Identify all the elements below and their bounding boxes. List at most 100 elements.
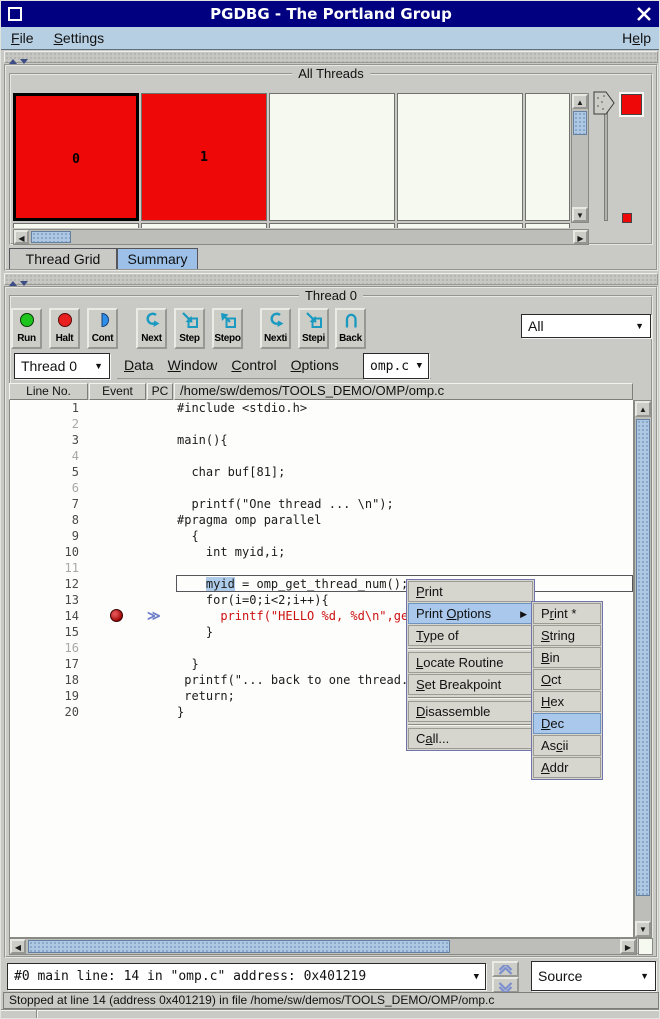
thread-cell-3[interactable] (397, 93, 523, 221)
cont-button[interactable]: Cont (87, 308, 118, 349)
run-button[interactable]: Run (11, 308, 42, 349)
context-menu-item-set-breakpoint[interactable]: Set Breakpoint (408, 674, 533, 695)
menu-help[interactable]: Help (612, 27, 660, 49)
pgdbg-window: PGDBG - The Portland Group File Settings… (0, 0, 660, 1019)
menu-settings[interactable]: Settings (44, 27, 115, 49)
scroll-thumb[interactable] (28, 940, 450, 953)
step-out-icon (218, 316, 238, 333)
column-header-lineno[interactable]: Line No. (9, 383, 88, 400)
nexti-button[interactable]: Nexti (260, 308, 291, 349)
scroll-up-icon[interactable]: ▲ (635, 401, 651, 417)
context-menu-item-type-of[interactable]: Type of (408, 625, 533, 646)
menu-separator (408, 648, 533, 650)
menu-file[interactable]: File (1, 27, 44, 49)
tab-summary[interactable]: Summary (117, 248, 198, 269)
scroll-left-icon[interactable]: ◀ (10, 939, 26, 954)
threads-horizontal-scrollbar[interactable]: ◀ ▶ (13, 229, 589, 245)
column-header-pc[interactable]: PC (147, 383, 173, 400)
source-vertical-scrollbar[interactable]: ▲ ▼ (634, 400, 652, 938)
frame-down-button[interactable] (492, 977, 519, 993)
context-menu-item-disassemble[interactable]: Disassemble (408, 701, 533, 722)
print-options-item-hex[interactable]: Hex (533, 691, 601, 712)
print-options-item-oct[interactable]: Oct (533, 669, 601, 690)
thread-cell-row2 (525, 223, 570, 228)
print-options-item-addr[interactable]: Addr (533, 757, 601, 778)
toolbar-button-label: Nexti (262, 333, 289, 344)
scroll-thumb[interactable] (31, 231, 71, 243)
scroll-thumb[interactable] (636, 419, 650, 896)
context-menu-item-call[interactable]: Call... (408, 728, 533, 749)
menu-options[interactable]: Options (284, 353, 346, 378)
view-mode-select[interactable]: Source ▼ (531, 961, 656, 991)
scroll-right-icon[interactable]: ▶ (573, 230, 588, 244)
halt-button[interactable]: Halt (49, 308, 80, 349)
scroll-up-icon[interactable]: ▲ (572, 94, 588, 109)
source-code-text: #include <stdio.h> (177, 400, 307, 416)
source-code-text: } (177, 704, 184, 720)
source-horizontal-scrollbar[interactable]: ◀ ▶ (9, 938, 637, 955)
chevron-down-icon: ▼ (636, 971, 649, 981)
source-line-10[interactable]: 10 int myid,i; (10, 544, 633, 560)
source-line-4[interactable]: 4 (10, 448, 633, 464)
print-options-item-dec[interactable]: Dec (533, 713, 601, 734)
source-line-2[interactable]: 2 (10, 416, 633, 432)
toolbar-button-label: Stepo (214, 333, 241, 344)
stack-frame-select[interactable]: #0 main line: 14 in "omp.c" address: 0x4… (7, 963, 486, 990)
next-button[interactable]: Next (136, 308, 167, 349)
context-menu-item-print-options[interactable]: Print Options▶ (408, 603, 533, 624)
toolbar-button-label: Cont (89, 333, 116, 344)
all-threads-title: All Threads (292, 66, 370, 81)
menu-window[interactable]: Window (161, 353, 225, 378)
threads-vertical-scrollbar[interactable]: ▲ ▼ (571, 93, 589, 223)
source-code-text: printf("HELLO %d, %d\n",get (177, 608, 415, 624)
thread-cell-4[interactable] (525, 93, 570, 221)
column-header-event[interactable]: Event (89, 383, 146, 400)
splitter-handle[interactable] (4, 273, 658, 285)
context-menu-item-print[interactable]: Print (408, 581, 533, 602)
thread-select[interactable]: Thread 0 ▼ (14, 353, 110, 379)
source-line-12[interactable]: 12 myid = omp_get_thread_num(); (10, 576, 633, 592)
scroll-thumb[interactable] (573, 111, 587, 135)
run-icon (17, 316, 37, 333)
print-options-item-string[interactable]: String (533, 625, 601, 646)
scroll-left-icon[interactable]: ◀ (14, 230, 29, 244)
stopped-state-swatch (621, 94, 642, 115)
thread-cell-0[interactable]: 0 (13, 93, 139, 221)
context-menu-item-locate-routine[interactable]: Locate Routine (408, 652, 533, 673)
step-button[interactable]: Step (174, 308, 205, 349)
source-line-6[interactable]: 6 (10, 480, 633, 496)
print-options-item-bin[interactable]: Bin (533, 647, 601, 668)
thread-zoom-slider[interactable] (604, 103, 608, 221)
slider-handle-icon[interactable] (593, 91, 616, 120)
tab-thread-grid[interactable]: Thread Grid (9, 248, 117, 269)
source-line-9[interactable]: 9 { (10, 528, 633, 544)
scroll-down-icon[interactable]: ▼ (635, 921, 651, 937)
splitter-handle[interactable] (4, 51, 658, 63)
source-line-8[interactable]: 8#pragma omp parallel (10, 512, 633, 528)
thread-cell-1[interactable]: 1 (141, 93, 267, 221)
source-line-3[interactable]: 3main(){ (10, 432, 633, 448)
scroll-right-icon[interactable]: ▶ (620, 939, 636, 954)
line-number: 12 (10, 576, 79, 592)
source-line-5[interactable]: 5 char buf[81]; (10, 464, 633, 480)
scope-select[interactable]: All ▼ (521, 314, 651, 338)
thread-cell-2[interactable] (269, 93, 395, 221)
print-options-item-ascii[interactable]: Ascii (533, 735, 601, 756)
frame-up-button[interactable] (492, 961, 519, 977)
chevron-down-icon: ▼ (470, 972, 479, 982)
source-line-7[interactable]: 7 printf("One thread ... \n"); (10, 496, 633, 512)
file-select[interactable]: omp.c ▼ (363, 353, 429, 379)
scroll-down-icon[interactable]: ▼ (572, 207, 588, 222)
source-line-1[interactable]: 1#include <stdio.h> (10, 400, 633, 416)
breakpoint-icon[interactable] (110, 609, 123, 622)
menu-bar: File Settings Help (1, 27, 660, 50)
back-button[interactable]: Back (335, 308, 366, 349)
status-divider (36, 1010, 37, 1019)
menu-data[interactable]: Data (117, 353, 161, 378)
print-options-item-print[interactable]: Print * (533, 603, 601, 624)
close-icon[interactable] (635, 5, 653, 23)
stepo-button[interactable]: Stepo (212, 308, 243, 349)
menu-control[interactable]: Control (224, 353, 283, 378)
stepi-button[interactable]: Stepi (298, 308, 329, 349)
source-line-11[interactable]: 11 (10, 560, 633, 576)
